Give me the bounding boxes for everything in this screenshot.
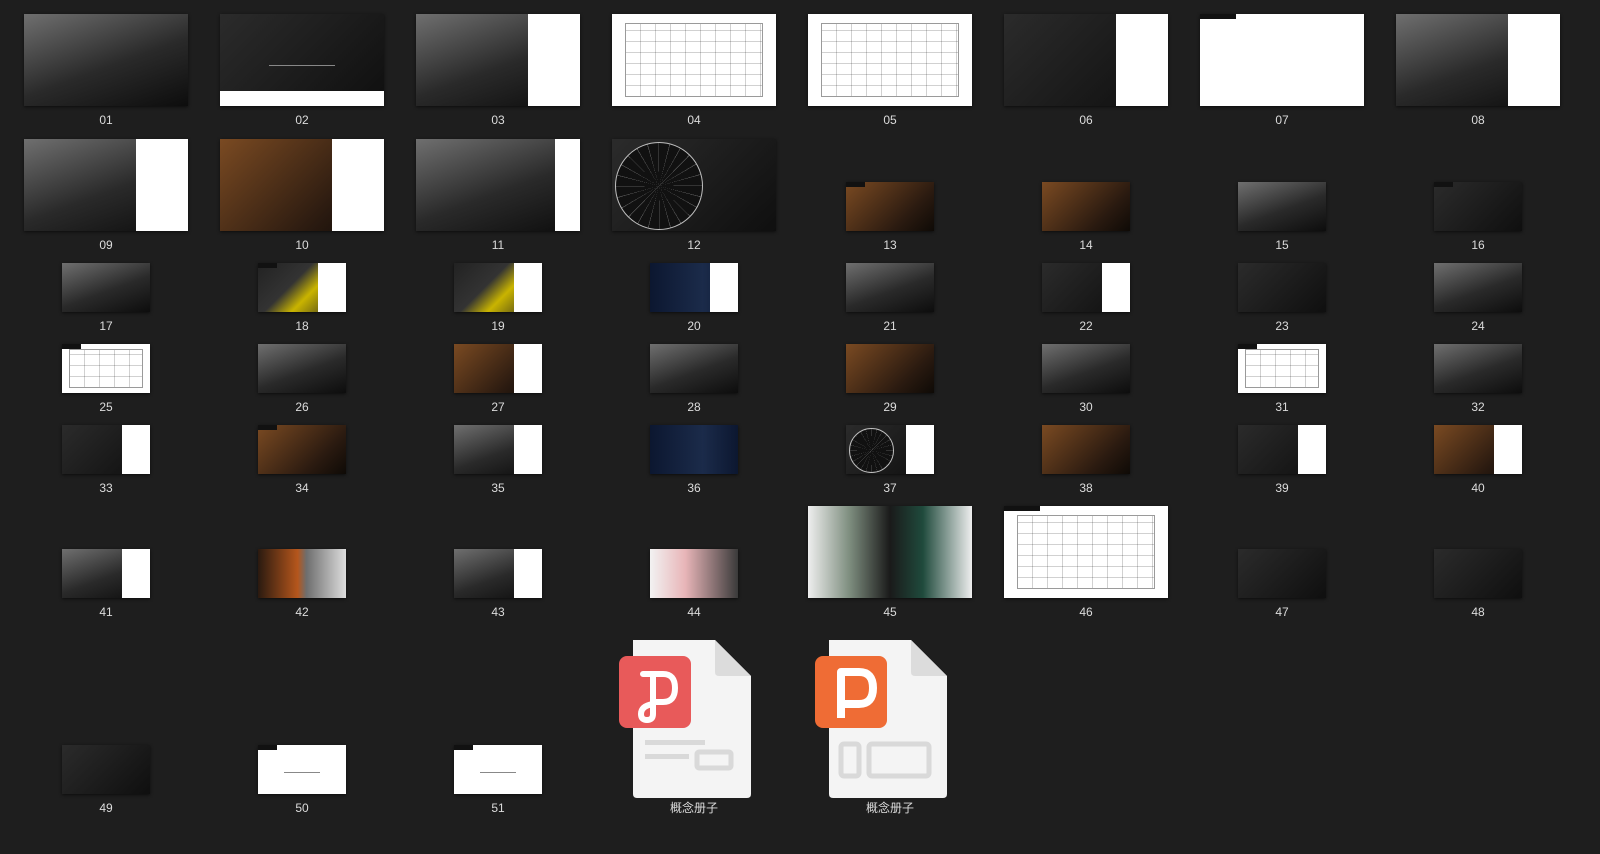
slide-thumbnail[interactable] [24,14,188,106]
thumbnail-item[interactable]: 38 [988,0,1184,854]
file-name-label: 48 [1471,605,1485,619]
slide-thumbnail[interactable] [258,549,346,598]
slide-thumbnail[interactable] [62,344,150,393]
file-name-label: 32 [1471,400,1485,414]
file-name-label: 概念册子 [865,801,914,815]
file-name-label: 46 [1079,605,1093,619]
file-name-label: 34 [295,481,309,495]
file-name-label: 18 [295,319,309,333]
presentation-file-item[interactable]: 概念册子 [792,0,988,854]
slide-thumbnail[interactable] [454,263,542,312]
file-name-label: 38 [1079,481,1093,495]
slide-thumbnail[interactable] [1200,14,1364,106]
file-name-label: 42 [295,605,309,619]
slide-thumbnail[interactable] [1396,14,1560,106]
slide-thumbnail[interactable] [258,263,346,312]
file-name-label: 25 [99,400,113,414]
slide-thumbnail[interactable] [454,425,542,474]
slide-thumbnail[interactable] [220,14,384,106]
file-name-label: 50 [295,801,309,815]
file-name-label: 16 [1471,238,1485,252]
slide-thumbnail[interactable] [1434,182,1522,231]
slide-thumbnail[interactable] [1004,14,1168,106]
slide-thumbnail[interactable] [416,139,580,231]
thumbnail-item[interactable]: 40 [1380,0,1576,854]
file-name-label: 02 [295,113,309,127]
file-name-label: 31 [1275,400,1289,414]
file-name-label: 35 [491,481,505,495]
file-name-label: 47 [1275,605,1289,619]
file-name-label: 07 [1275,113,1289,127]
file-name-label: 19 [491,319,505,333]
slide-thumbnail[interactable] [1042,344,1130,393]
slide-thumbnail[interactable] [1042,425,1130,474]
slide-thumbnail[interactable] [62,745,150,794]
file-name-label: 51 [491,801,505,815]
file-name-label: 30 [1079,400,1093,414]
file-name-label: 23 [1275,319,1289,333]
slide-thumbnail[interactable] [1238,182,1326,231]
file-name-label: 09 [99,238,113,252]
slide-thumbnail[interactable] [1042,263,1130,312]
file-name-label: 39 [1275,481,1289,495]
slide-thumbnail[interactable] [1238,344,1326,393]
file-name-label: 06 [1079,113,1093,127]
file-name-label: 03 [491,113,505,127]
slide-thumbnail[interactable] [454,745,542,794]
file-grid: 01 02 03 04 05 06 07 08 09 10 11 12 13 14 15 16 17 18 19 20… [0,0,1600,854]
file-name-label: 41 [99,605,113,619]
thumbnail-item[interactable]: 39 [1184,0,1380,854]
file-name-label: 14 [1079,238,1093,252]
slide-thumbnail[interactable] [62,425,150,474]
file-name-label: 17 [99,319,113,333]
file-name-label: 33 [99,481,113,495]
slide-thumbnail[interactable] [1434,263,1522,312]
file-name-label: 08 [1471,113,1485,127]
file-name-label: 24 [1471,319,1485,333]
slide-thumbnail[interactable] [62,549,150,598]
slide-thumbnail[interactable] [1434,425,1522,474]
slide-thumbnail[interactable] [62,263,150,312]
thumbnail-item[interactable]: 33 [8,0,204,854]
slide-thumbnail[interactable] [1042,182,1130,231]
slide-thumbnail[interactable] [1434,344,1522,393]
thumbnail-item[interactable]: 34 [204,0,400,854]
file-name-label: 40 [1471,481,1485,495]
slide-thumbnail[interactable] [24,139,188,231]
slide-thumbnail[interactable] [416,14,580,106]
wps-presentation-icon[interactable] [619,634,769,804]
file-name-label: 概念册子 [669,801,718,815]
thumbnail-item[interactable]: 35 [400,0,596,854]
file-name-label: 49 [99,801,113,815]
file-name-label: 27 [491,400,505,414]
file-name-label: 22 [1079,319,1093,333]
powerpoint-file-icon[interactable] [815,634,965,804]
slide-thumbnail[interactable] [1238,549,1326,598]
file-name-label: 43 [491,605,505,619]
slide-thumbnail[interactable] [220,139,384,231]
slide-thumbnail[interactable] [1434,549,1522,598]
slide-thumbnail[interactable] [454,549,542,598]
slide-thumbnail[interactable] [1238,425,1326,474]
file-name-label: 01 [99,113,113,127]
slide-thumbnail[interactable] [258,745,346,794]
file-name-label: 10 [295,238,309,252]
file-name-label: 11 [491,238,505,252]
slide-thumbnail[interactable] [1004,506,1168,598]
slide-thumbnail[interactable] [454,344,542,393]
presentation-file-item[interactable]: 概念册子 [596,0,792,854]
slide-thumbnail[interactable] [258,344,346,393]
file-name-label: 15 [1275,238,1289,252]
slide-thumbnail[interactable] [1238,263,1326,312]
slide-thumbnail[interactable] [258,425,346,474]
file-name-label: 26 [295,400,309,414]
